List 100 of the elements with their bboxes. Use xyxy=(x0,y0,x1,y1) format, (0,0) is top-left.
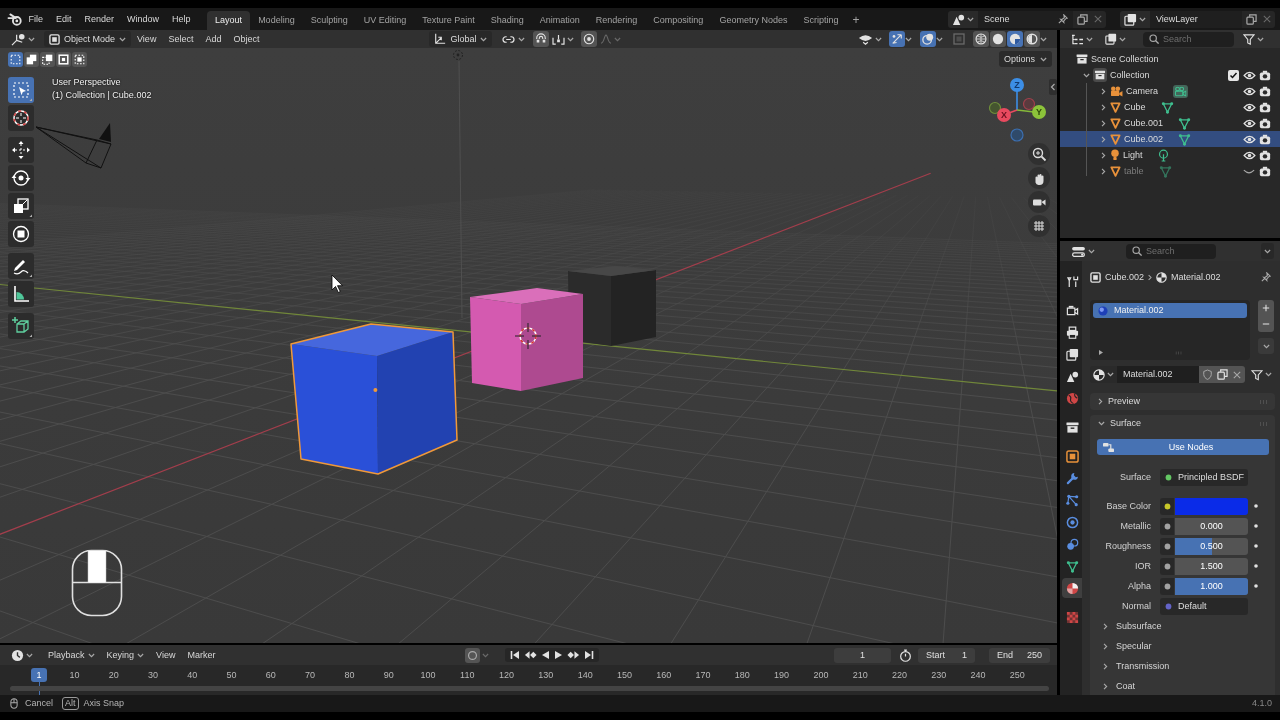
overlap-circles-icon[interactable] xyxy=(920,31,936,47)
dot-icon[interactable] xyxy=(1254,504,1258,508)
move-icon[interactable] xyxy=(8,137,34,163)
menu-item[interactable]: Render xyxy=(78,8,121,30)
circle-icon[interactable] xyxy=(990,31,1006,47)
mesh-icon[interactable] xyxy=(1178,132,1192,146)
triangle-icon[interactable] xyxy=(1099,350,1103,355)
play-icon[interactable] xyxy=(554,650,564,660)
material-name-field[interactable]: Material.002 xyxy=(1117,366,1199,383)
camera-icon[interactable] xyxy=(1259,133,1271,145)
mesh-icon[interactable] xyxy=(1158,164,1172,178)
pin-icon[interactable] xyxy=(1058,14,1068,24)
close-icon[interactable] xyxy=(1094,15,1102,23)
workspace-tab[interactable]: Scripting xyxy=(795,11,847,30)
number-field[interactable]: 1.500 xyxy=(1175,557,1248,575)
menu-item[interactable]: Marker xyxy=(181,647,222,663)
dropdown-menu[interactable]: Keying xyxy=(100,647,151,663)
camera-icon[interactable] xyxy=(1259,149,1271,161)
chevron-right-icon[interactable] xyxy=(1101,151,1106,159)
close-icon[interactable] xyxy=(1263,15,1271,23)
chevron-right-icon[interactable] xyxy=(1101,135,1106,143)
browse-button[interactable] xyxy=(1090,366,1117,383)
panel-header[interactable]: Preview xyxy=(1090,393,1275,410)
half-circle-icon[interactable] xyxy=(1024,31,1040,47)
menu-item[interactable]: Edit xyxy=(49,8,79,30)
search-field[interactable]: Search xyxy=(1143,31,1234,47)
material-slot[interactable]: Material.002 xyxy=(1093,303,1247,318)
slider-field[interactable]: 0.000 xyxy=(1175,517,1248,535)
slider-field[interactable]: 1.000 xyxy=(1175,577,1248,595)
tree-row[interactable]: Cube xyxy=(1060,99,1280,115)
view-layer-field[interactable]: ViewLayer xyxy=(1150,10,1242,28)
app-logo-icon[interactable] xyxy=(7,12,22,26)
menu-item[interactable]: File xyxy=(22,8,50,30)
eye-icon[interactable] xyxy=(1242,102,1256,112)
sphere-icon[interactable] xyxy=(1007,31,1023,47)
eye-icon[interactable] xyxy=(1242,70,1256,80)
axis-handle[interactable]: Y xyxy=(1032,105,1046,119)
stopwatch-icon[interactable] xyxy=(899,648,912,662)
ring-icon[interactable] xyxy=(465,647,481,663)
socket-button[interactable] xyxy=(1160,577,1174,595)
eye-icon[interactable] xyxy=(1242,86,1256,96)
chevron-down-icon[interactable] xyxy=(1083,72,1090,78)
workspace-tab[interactable]: Animation xyxy=(531,11,588,30)
browse-button[interactable] xyxy=(948,10,978,28)
timeline-scrollbar[interactable] xyxy=(10,686,1049,691)
mesh-icon[interactable] xyxy=(1178,116,1192,130)
camera-icon[interactable] xyxy=(1259,85,1271,97)
menu-item[interactable]: Object xyxy=(227,31,266,47)
add-cube-icon[interactable] xyxy=(8,313,34,339)
ring-dot-icon[interactable] xyxy=(581,31,598,47)
workspace-tab[interactable]: Rendering xyxy=(587,11,646,30)
video-camera-icon[interactable] xyxy=(1028,191,1050,213)
camera-icon[interactable] xyxy=(1259,101,1271,113)
socket-button[interactable] xyxy=(1160,557,1174,575)
camera-icon[interactable] xyxy=(1259,117,1271,129)
copy-icon[interactable] xyxy=(1246,13,1257,25)
color-swatch[interactable] xyxy=(1175,497,1248,515)
wire-globe-icon[interactable] xyxy=(973,31,989,47)
dashed-square-icon[interactable] xyxy=(8,52,23,67)
menu-item[interactable]: Help xyxy=(165,8,198,30)
workspace-tab[interactable]: Sculpting xyxy=(302,11,356,30)
shield-icon[interactable] xyxy=(1203,369,1212,380)
search-field[interactable]: Search xyxy=(1126,243,1216,259)
slider-field[interactable]: 0.500 xyxy=(1175,537,1248,555)
play-reverse-icon[interactable] xyxy=(541,650,551,660)
tree-row[interactable]: Light xyxy=(1060,147,1280,163)
add-workspace-button[interactable]: + xyxy=(846,11,866,30)
workspace-tab[interactable]: Geometry Nodes xyxy=(711,11,796,30)
start-frame-field[interactable]: Start 1 xyxy=(918,647,975,663)
tree-row[interactable]: Cube.001 xyxy=(1060,115,1280,131)
subpanel-header[interactable]: Coat xyxy=(1090,676,1275,695)
orientation-dropdown[interactable]: Global xyxy=(429,31,493,47)
next-keyframe-icon[interactable] xyxy=(567,650,581,660)
menu-item[interactable]: View xyxy=(150,647,182,663)
skip-start-icon[interactable] xyxy=(510,650,521,660)
rotate-icon[interactable] xyxy=(8,165,34,191)
workspace-tab[interactable]: Texture Paint xyxy=(414,11,483,30)
socket-field[interactable]: Default xyxy=(1160,597,1248,615)
browse-button[interactable] xyxy=(1120,10,1150,28)
panel-header[interactable]: Surface xyxy=(1090,415,1275,432)
eye-icon[interactable] xyxy=(1242,134,1256,144)
tree-row[interactable]: Scene Collection xyxy=(1060,51,1280,67)
ruler-icon[interactable] xyxy=(8,281,34,307)
scene-name-field[interactable]: Scene xyxy=(978,10,1073,28)
arrow-icon[interactable] xyxy=(889,31,905,47)
chevron-right-icon[interactable] xyxy=(1101,167,1106,175)
current-frame-marker[interactable]: 1 xyxy=(31,668,47,682)
subpanel-header[interactable]: Subsurface xyxy=(1090,616,1275,636)
mesh-icon[interactable] xyxy=(1160,100,1174,114)
current-frame-field[interactable]: 1 xyxy=(834,647,891,663)
overlapping-squares-icon[interactable] xyxy=(24,52,39,67)
caret-icon[interactable] xyxy=(1040,36,1047,42)
camera-icon[interactable] xyxy=(1259,165,1271,177)
tree-row[interactable]: Camera xyxy=(1060,83,1280,99)
mode-dropdown[interactable]: Object Mode xyxy=(44,31,132,47)
square-icon[interactable] xyxy=(56,52,71,67)
chevron-right-icon[interactable] xyxy=(1101,119,1106,127)
chevron-right-icon[interactable] xyxy=(1101,103,1106,111)
dot-icon[interactable] xyxy=(1254,564,1258,568)
overlapping-squares-icon[interactable] xyxy=(40,52,55,67)
